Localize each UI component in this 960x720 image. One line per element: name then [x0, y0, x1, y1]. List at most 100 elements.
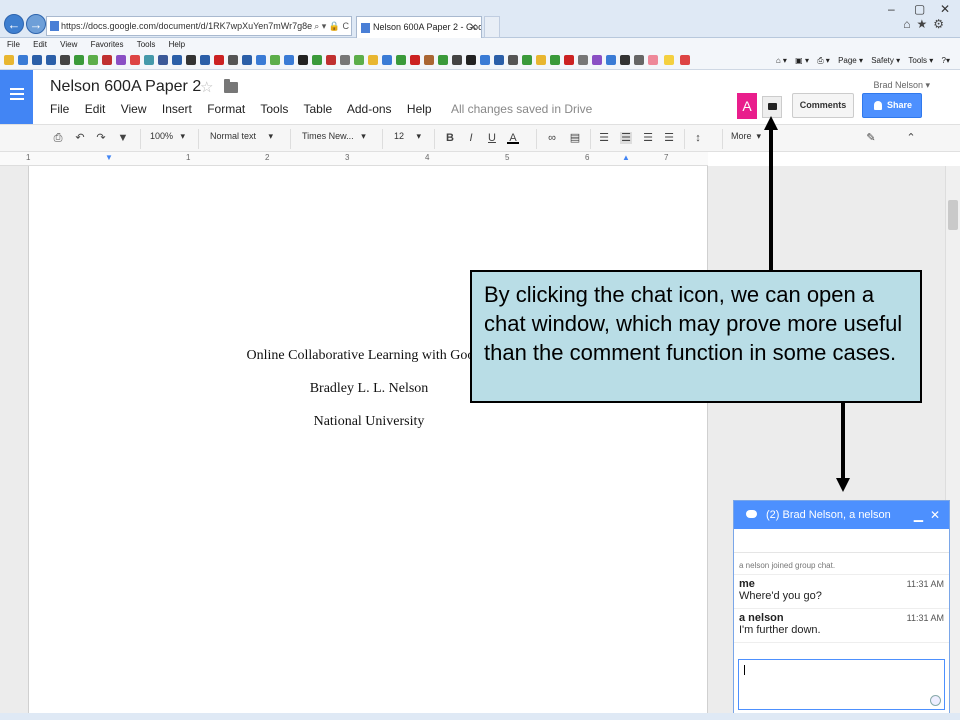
user-account[interactable]: Brad Nelson ▾: [873, 80, 930, 91]
favorite-link-icon[interactable]: [116, 55, 126, 65]
line-spacing-icon[interactable]: ↕: [692, 132, 704, 144]
favorite-link-icon[interactable]: [680, 55, 690, 65]
favorite-link-icon[interactable]: [144, 55, 154, 65]
page-menu[interactable]: Page ▾: [838, 56, 863, 65]
address-tools[interactable]: ⌕ ▾ 🔒 C: [312, 17, 349, 35]
favorite-link-icon[interactable]: [130, 55, 140, 65]
forward-button[interactable]: →: [26, 14, 46, 34]
favorite-link-icon[interactable]: [284, 55, 294, 65]
favorite-link-icon[interactable]: [214, 55, 224, 65]
close-window-icon[interactable]: ✕: [940, 2, 950, 16]
align-left-icon[interactable]: ☰: [598, 132, 610, 144]
new-tab-button[interactable]: [484, 16, 500, 38]
favorite-link-icon[interactable]: [634, 55, 644, 65]
docs-menu-tools[interactable]: Tools: [260, 102, 288, 116]
minimize-window-icon[interactable]: –: [888, 2, 895, 16]
star-icon[interactable]: ☆: [200, 78, 213, 96]
menu-tools[interactable]: Tools: [137, 38, 156, 51]
scrollbar-thumb[interactable]: [948, 200, 958, 230]
more-button[interactable]: More ▾: [731, 131, 761, 142]
favorite-link-icon[interactable]: [466, 55, 476, 65]
docs-menu-file[interactable]: File: [50, 102, 69, 116]
folder-icon[interactable]: [224, 79, 238, 93]
italic-icon[interactable]: I: [465, 132, 477, 144]
pencil-icon[interactable]: ✎: [865, 132, 877, 144]
favorite-link-icon[interactable]: [46, 55, 56, 65]
favorite-link-icon[interactable]: [452, 55, 462, 65]
comment-icon[interactable]: ▤: [569, 132, 581, 144]
ruler[interactable]: ▼ 1 1 2 3 4 5 6 7 ▲: [0, 152, 708, 166]
chat-icon[interactable]: [762, 96, 782, 118]
favorite-link-icon[interactable]: [242, 55, 252, 65]
favorite-link-icon[interactable]: [648, 55, 658, 65]
undo-icon[interactable]: ↶: [74, 132, 86, 144]
menu-file[interactable]: File: [7, 38, 20, 51]
document-title[interactable]: Nelson 600A Paper 2: [50, 78, 201, 96]
right-indent-marker-icon[interactable]: ▲: [622, 153, 630, 162]
docs-menu-format[interactable]: Format: [207, 102, 245, 116]
favorite-link-icon[interactable]: [592, 55, 602, 65]
link-icon[interactable]: ∞: [546, 132, 558, 144]
docs-menu-edit[interactable]: Edit: [85, 102, 106, 116]
print-icon[interactable]: ⎙: [52, 132, 64, 144]
document-page[interactable]: Online Collaborative Learning with Googl…: [28, 166, 708, 720]
favorite-link-icon[interactable]: [340, 55, 350, 65]
docs-menu-help[interactable]: Help: [407, 102, 432, 116]
tab-close-icon[interactable]: ✕: [469, 17, 477, 37]
style-select[interactable]: Normal text ▾: [210, 131, 273, 142]
chat-window[interactable]: (2) Brad Nelson, a nelson ▁ ✕ a nelson j…: [733, 500, 950, 714]
tools-menu[interactable]: Tools ▾: [908, 56, 933, 65]
favorite-link-icon[interactable]: [186, 55, 196, 65]
favorite-link-icon[interactable]: [620, 55, 630, 65]
underline-icon[interactable]: U: [486, 132, 498, 144]
favorite-link-icon[interactable]: [396, 55, 406, 65]
favorite-link-icon[interactable]: [578, 55, 588, 65]
safety-menu[interactable]: Safety ▾: [871, 56, 900, 65]
emoji-icon[interactable]: [930, 695, 941, 706]
favorite-link-icon[interactable]: [606, 55, 616, 65]
favorite-link-icon[interactable]: [4, 55, 14, 65]
favorite-link-icon[interactable]: [256, 55, 266, 65]
favorite-link-icon[interactable]: [270, 55, 280, 65]
collapse-icon[interactable]: ⌃: [905, 132, 917, 144]
align-center-icon[interactable]: ☰: [620, 132, 632, 144]
menu-edit[interactable]: Edit: [33, 38, 47, 51]
favorite-link-icon[interactable]: [382, 55, 392, 65]
favorite-link-icon[interactable]: [664, 55, 674, 65]
browser-tab[interactable]: Nelson 600A Paper 2 - Goo... ✕: [356, 16, 482, 38]
text-color-icon[interactable]: A: [507, 132, 519, 144]
font-size-select[interactable]: 12 ▾: [394, 131, 421, 142]
favorite-link-icon[interactable]: [368, 55, 378, 65]
menu-view[interactable]: View: [60, 38, 77, 51]
menu-help[interactable]: Help: [169, 38, 185, 51]
favorite-link-icon[interactable]: [410, 55, 420, 65]
back-button[interactable]: ←: [4, 14, 24, 34]
docs-menu-addons[interactable]: Add-ons: [347, 102, 392, 116]
favorite-link-icon[interactable]: [522, 55, 532, 65]
collaborator-avatar[interactable]: A: [737, 93, 757, 119]
favorite-link-icon[interactable]: [508, 55, 518, 65]
docs-menu-insert[interactable]: Insert: [162, 102, 192, 116]
feeds-icon[interactable]: ▣ ▾: [795, 56, 809, 65]
favorite-link-icon[interactable]: [102, 55, 112, 65]
favorite-link-icon[interactable]: [438, 55, 448, 65]
minimize-icon[interactable]: ▁: [914, 501, 923, 529]
favorites-star-icon[interactable]: ★: [916, 17, 933, 31]
favorite-link-icon[interactable]: [200, 55, 210, 65]
help-icon[interactable]: ?▾: [942, 56, 950, 65]
docs-menu-view[interactable]: View: [121, 102, 147, 116]
favorite-link-icon[interactable]: [74, 55, 84, 65]
favorite-link-icon[interactable]: [424, 55, 434, 65]
home-menu-icon[interactable]: ⌂ ▾: [776, 56, 787, 65]
favorite-link-icon[interactable]: [60, 55, 70, 65]
favorite-link-icon[interactable]: [228, 55, 238, 65]
bold-icon[interactable]: B: [444, 132, 456, 144]
favorite-link-icon[interactable]: [354, 55, 364, 65]
favorite-link-icon[interactable]: [494, 55, 504, 65]
zoom-select[interactable]: 100% ▾: [150, 131, 185, 142]
settings-gear-icon[interactable]: ⚙: [933, 17, 950, 31]
docs-home-icon[interactable]: [0, 70, 33, 124]
chat-input[interactable]: [738, 659, 945, 710]
align-right-icon[interactable]: ☰: [642, 132, 654, 144]
favorite-link-icon[interactable]: [298, 55, 308, 65]
